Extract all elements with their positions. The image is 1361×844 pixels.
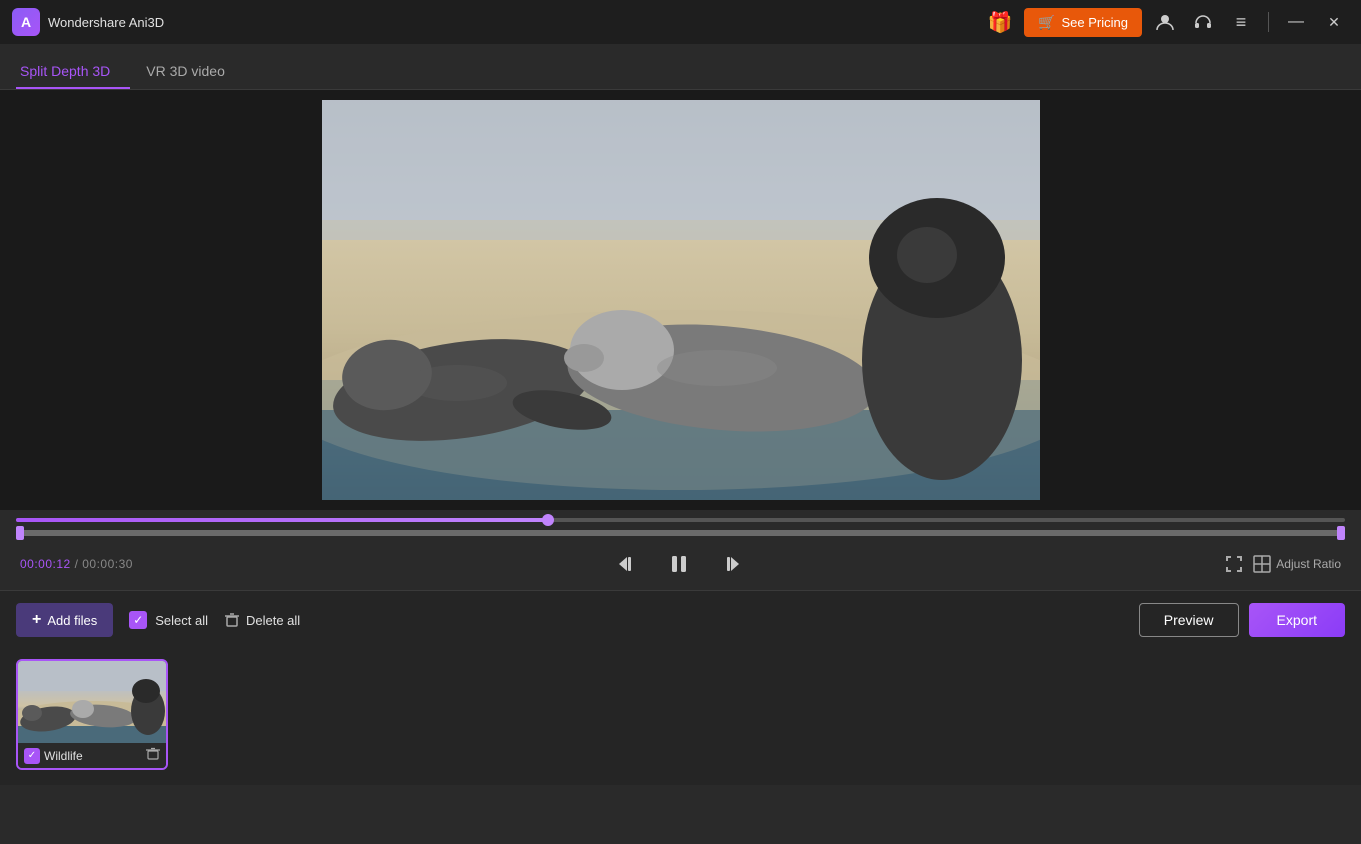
center-controls [611, 548, 747, 580]
titlebar-divider [1268, 12, 1269, 32]
pause-icon [668, 553, 690, 575]
adjust-ratio-label: Adjust Ratio [1276, 557, 1341, 571]
see-pricing-button[interactable]: 🛒 See Pricing [1024, 8, 1142, 37]
select-all-checkbox[interactable]: ✓ [129, 611, 147, 629]
progress-track[interactable] [16, 518, 1345, 522]
thumb-scene [18, 661, 166, 743]
adjust-ratio-button[interactable]: Adjust Ratio [1252, 554, 1341, 574]
video-canvas [322, 100, 1040, 500]
add-icon: + [32, 611, 41, 629]
skip-back-icon [616, 553, 638, 575]
file-list-area: ✓ Wildlife [0, 649, 1361, 785]
thumb-seals-svg [18, 661, 166, 743]
select-all-container[interactable]: ✓ Select all [129, 611, 208, 629]
logo-letter: A [21, 14, 31, 30]
list-item[interactable]: ✓ Wildlife [16, 659, 168, 770]
skip-forward-button[interactable] [715, 548, 747, 580]
headset-icon [1194, 13, 1212, 31]
seal-scene [322, 100, 1040, 500]
titlebar: A Wondershare Ani3D 🎁 🛒 See Pricing ≡ — … [0, 0, 1361, 44]
skip-forward-icon [720, 553, 742, 575]
user-icon [1156, 13, 1174, 31]
trim-track[interactable] [16, 530, 1345, 536]
menu-icon-button[interactable]: ≡ [1226, 7, 1256, 37]
right-controls: Adjust Ratio [1224, 554, 1341, 574]
progress-thumb[interactable] [542, 514, 554, 526]
controls-bar: 00:00:12 / 00:00:30 [0, 510, 1361, 590]
trim-fill [16, 530, 1345, 536]
file-checkbox[interactable]: ✓ [24, 748, 40, 764]
file-name: Wildlife [40, 749, 146, 763]
add-files-button[interactable]: + Add files [16, 603, 113, 637]
time-display: 00:00:12 / 00:00:30 [20, 557, 133, 571]
user-icon-button[interactable] [1150, 7, 1180, 37]
titlebar-actions: 🎁 🛒 See Pricing ≡ — ✕ [984, 6, 1349, 38]
video-preview [322, 100, 1040, 500]
file-label-bar: ✓ Wildlife [18, 743, 166, 768]
app-title: Wondershare Ani3D [48, 15, 976, 30]
close-button[interactable]: ✕ [1319, 7, 1349, 37]
delete-all-label: Delete all [246, 613, 300, 628]
file-delete-button[interactable] [146, 747, 160, 764]
add-files-label: Add files [47, 613, 97, 628]
video-area [0, 90, 1361, 510]
fullscreen-icon [1224, 554, 1244, 574]
fullscreen-button[interactable] [1224, 554, 1244, 574]
progress-fill [16, 518, 548, 522]
minimize-button[interactable]: — [1281, 7, 1311, 37]
headset-icon-button[interactable] [1188, 7, 1218, 37]
tab-vr-3d-video[interactable]: VR 3D video [142, 53, 245, 89]
delete-all-icon [224, 612, 240, 628]
see-pricing-label: See Pricing [1062, 15, 1128, 30]
preview-label: Preview [1164, 612, 1214, 628]
skip-back-button[interactable] [611, 548, 643, 580]
seals-svg [322, 100, 1040, 500]
select-all-label: Select all [155, 613, 208, 628]
export-label: Export [1277, 612, 1317, 628]
export-button[interactable]: Export [1249, 603, 1345, 637]
adjust-ratio-icon [1252, 554, 1272, 574]
gift-button[interactable]: 🎁 [984, 6, 1016, 38]
playback-controls: 00:00:12 / 00:00:30 [16, 538, 1345, 590]
trim-left-handle[interactable] [16, 526, 24, 540]
play-pause-button[interactable] [663, 548, 695, 580]
total-time: 00:00:30 [82, 557, 133, 571]
delete-all-container[interactable]: Delete all [224, 612, 300, 628]
app-logo: A [12, 8, 40, 36]
cart-icon: 🛒 [1038, 14, 1055, 31]
current-time: 00:00:12 [20, 557, 71, 571]
trim-right-handle[interactable] [1337, 526, 1345, 540]
tabs-bar: Split Depth 3D VR 3D video [0, 44, 1361, 90]
bottom-toolbar: + Add files ✓ Select all Delete all Prev… [0, 590, 1361, 649]
preview-button[interactable]: Preview [1139, 603, 1239, 637]
file-delete-icon [146, 747, 160, 761]
right-buttons: Preview Export [1139, 603, 1345, 637]
tab-split-depth-3d[interactable]: Split Depth 3D [16, 53, 130, 89]
file-thumbnail [18, 661, 166, 743]
